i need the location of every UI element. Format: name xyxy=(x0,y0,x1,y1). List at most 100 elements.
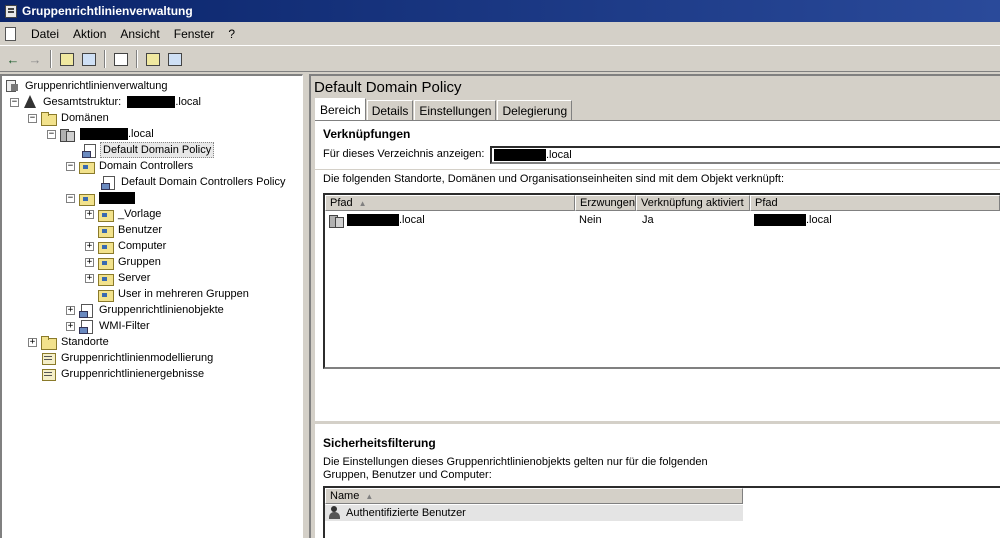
tab-details[interactable]: Details xyxy=(366,100,414,120)
domains-folder-icon xyxy=(40,111,57,126)
redacted-block xyxy=(494,149,546,161)
menu-bar: Datei Aktion Ansicht Fenster ? xyxy=(0,22,1000,46)
tree-item-default-domain-policy[interactable]: Default Domain Policy xyxy=(81,142,215,158)
redacted-block xyxy=(754,214,806,226)
tree-item-ou-gruppen[interactable]: + Gruppen xyxy=(85,254,163,270)
ou-icon xyxy=(97,223,114,238)
sort-ascending-icon: ▲ xyxy=(365,491,374,501)
back-arrow-icon[interactable]: ← xyxy=(2,49,24,69)
tree-item-ou-server[interactable]: + Server xyxy=(85,270,152,286)
forest-label: Gesamtstruktur: xyxy=(43,95,122,108)
expand-icon[interactable]: + xyxy=(85,257,94,267)
expand-icon[interactable]: + xyxy=(85,241,94,251)
ou-icon xyxy=(97,255,114,270)
column-erzwungen[interactable]: Erzwungen xyxy=(575,195,636,211)
redacted-block xyxy=(127,96,176,109)
column-pfad-2[interactable]: Pfad xyxy=(750,195,1000,211)
ou-icon xyxy=(97,271,114,286)
column-verknuepfung-aktiviert[interactable]: Verknüpfung aktiviert xyxy=(636,195,750,211)
tree-item-sites[interactable]: + Standorte xyxy=(28,334,111,350)
expand-icon[interactable]: + xyxy=(66,321,75,331)
tree-item-domains[interactable]: − Domänen xyxy=(28,110,111,126)
title-bar: Gruppenrichtlinienverwaltung xyxy=(0,0,1000,22)
expand-icon[interactable]: + xyxy=(85,209,94,219)
menu-fenster[interactable]: Fenster xyxy=(167,27,222,41)
wmi-filter-icon xyxy=(78,319,94,334)
show-for-label: Für dieses Verzeichnis anzeigen: xyxy=(323,148,485,160)
tree-item-modeling[interactable]: Gruppenrichtlinienmodellierung xyxy=(40,350,215,366)
tab-einstellungen[interactable]: Einstellungen xyxy=(414,100,497,120)
tree-item-forest[interactable]: − Gesamtstruktur: .local xyxy=(10,94,203,110)
tab-strip: Bereich Details Einstellungen Delegierun… xyxy=(315,98,573,120)
redacted-block xyxy=(347,214,399,226)
ou-icon xyxy=(78,191,95,206)
expand-icon[interactable]: + xyxy=(66,305,75,315)
collapse-icon[interactable]: − xyxy=(66,161,75,171)
toolbar-separator xyxy=(50,50,52,68)
modeling-icon xyxy=(40,351,56,365)
security-principal: Authentifizierte Benutzer xyxy=(346,507,466,519)
tree-item-ou-user-groups[interactable]: User in mehreren Gruppen xyxy=(85,286,251,302)
gpmc-app-icon[interactable] xyxy=(3,3,19,19)
link-enabled: Ja xyxy=(642,214,654,226)
security-description-1: Die Einstellungen dieses Gruppenrichtlin… xyxy=(323,456,708,468)
expand-icon[interactable]: + xyxy=(85,273,94,283)
gpo-container-icon xyxy=(78,303,94,318)
up-folder-icon[interactable] xyxy=(56,49,78,69)
menu-aktion[interactable]: Aktion xyxy=(66,27,113,41)
console-tree[interactable]: Gruppenrichtlinienverwaltung − Gesamtstr… xyxy=(0,74,303,538)
collapse-icon[interactable]: − xyxy=(10,97,19,107)
menu-help[interactable]: ? xyxy=(221,27,242,41)
links-description: Die folgenden Standorte, Domänen und Org… xyxy=(323,173,785,185)
ou-icon xyxy=(97,207,114,222)
collapse-icon[interactable]: − xyxy=(28,113,37,123)
tree-item-ou-vorlage[interactable]: + _Vorlage xyxy=(85,206,163,222)
redacted-block xyxy=(80,128,128,141)
gpo-link-icon xyxy=(81,143,97,158)
tree-item-wmi-filter[interactable]: + WMI-Filter xyxy=(66,318,152,334)
sort-ascending-icon: ▲ xyxy=(358,198,367,208)
sites-folder-icon xyxy=(40,335,57,350)
collapse-icon[interactable]: − xyxy=(47,129,56,139)
tree-item-ou-benutzer[interactable]: Benutzer xyxy=(85,222,164,238)
link-enforced: Nein xyxy=(579,214,602,226)
domain-icon xyxy=(59,127,75,142)
domain-icon xyxy=(328,213,344,228)
forward-arrow-icon[interactable]: → xyxy=(24,49,46,69)
column-pfad[interactable]: Pfad ▲ xyxy=(325,195,575,211)
redacted-block xyxy=(99,192,135,205)
ou-icon xyxy=(97,287,114,302)
tree-item-results[interactable]: Gruppenrichtlinienergebnisse xyxy=(40,366,206,382)
refresh-icon[interactable] xyxy=(110,49,132,69)
help-icon[interactable] xyxy=(142,49,164,69)
properties-icon[interactable] xyxy=(164,49,186,69)
tree-item-root[interactable]: Gruppenrichtlinienverwaltung xyxy=(4,78,169,94)
tree-item-domain[interactable]: − .local xyxy=(47,126,156,142)
column-name[interactable]: Name ▲ xyxy=(325,488,743,504)
security-section-title: Sicherheitsfilterung xyxy=(323,436,436,450)
tab-bereich[interactable]: Bereich xyxy=(315,98,366,120)
collapse-icon[interactable]: − xyxy=(66,193,75,203)
tree-item-ou-computer[interactable]: + Computer xyxy=(85,238,168,254)
tab-delegierung[interactable]: Delegierung xyxy=(497,100,573,120)
console-menu-icon[interactable] xyxy=(2,25,20,43)
list-item[interactable]: Authentifizierte Benutzer xyxy=(325,505,743,521)
menu-ansicht[interactable]: Ansicht xyxy=(113,27,166,41)
tree-item-gpo-objects[interactable]: + Gruppenrichtlinienobjekte xyxy=(66,302,226,318)
security-listview-header: Name ▲ xyxy=(325,488,743,504)
security-filtering-panel: Sicherheitsfilterung Die Einstellungen d… xyxy=(315,421,1000,538)
security-listview[interactable]: Name ▲ Authentifizierte Benutzer xyxy=(323,486,1000,538)
expand-icon[interactable]: + xyxy=(28,337,37,347)
tree-item-company-ou[interactable]: − xyxy=(66,190,137,206)
menu-datei[interactable]: Datei xyxy=(24,27,66,41)
tree-item-domain-controllers[interactable]: − Domain Controllers xyxy=(66,158,195,174)
security-description-2: Gruppen, Benutzer und Computer: xyxy=(323,469,492,481)
toolbar-separator xyxy=(104,50,106,68)
toolbar-separator xyxy=(136,50,138,68)
show-hide-tree-icon[interactable] xyxy=(78,49,100,69)
directory-combobox[interactable]: .local xyxy=(490,146,1000,164)
tree-item-dc-policy[interactable]: Default Domain Controllers Policy xyxy=(100,174,287,190)
links-listview[interactable]: Pfad ▲ Erzwungen Verknüpfung aktiviert P… xyxy=(323,193,1000,369)
table-row[interactable]: .local Nein Ja .local xyxy=(325,212,990,228)
divider xyxy=(315,169,1000,170)
